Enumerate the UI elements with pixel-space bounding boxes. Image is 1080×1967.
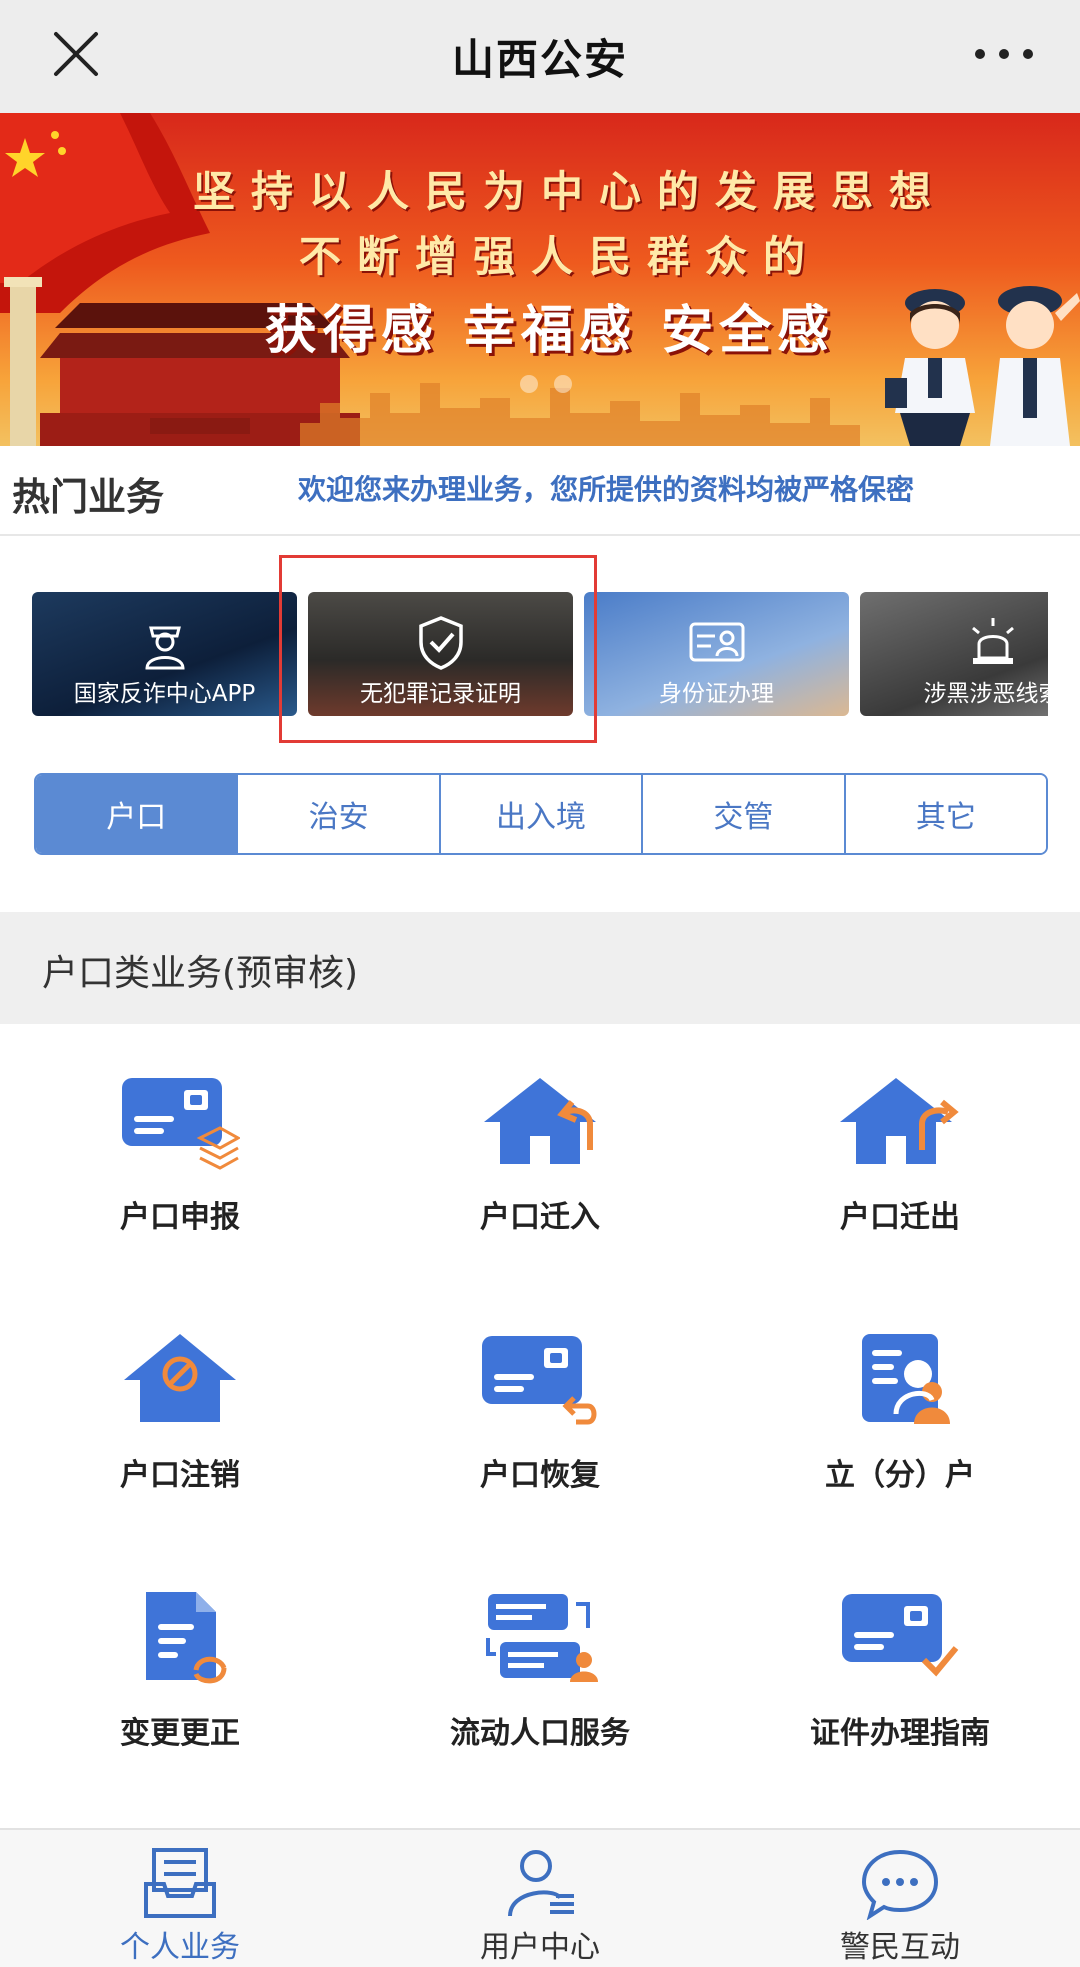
hot-card-label: 涉黑涉恶线索 <box>923 681 1049 707</box>
hot-services-title: 热门业务 <box>12 475 165 519</box>
hot-card-label: 身份证办理 <box>659 681 774 707</box>
top-bar: 山西公安 <box>0 0 1080 113</box>
card-restore-icon <box>482 1336 597 1425</box>
service-label: 变更更正 <box>120 1716 240 1751</box>
transfer-cards-icon <box>486 1594 598 1682</box>
service-hukou-declare[interactable]: 户口申报 <box>0 1024 360 1282</box>
service-hukou-move-out[interactable]: 户口迁出 <box>720 1024 1080 1282</box>
tab-public-security[interactable]: 治安 <box>236 775 439 853</box>
card-layers-icon <box>122 1078 240 1170</box>
service-document-guide[interactable]: 证件办理指南 <box>720 1540 1080 1798</box>
house-out-icon <box>840 1078 959 1164</box>
user-list-icon <box>508 1850 574 1917</box>
service-change-correct[interactable]: 变更更正 <box>0 1540 360 1798</box>
service-label: 立（分）户 <box>825 1458 975 1493</box>
service-label: 户口申报 <box>120 1200 240 1235</box>
inbox-tray-icon <box>144 1848 216 1918</box>
tab-hukou[interactable]: 户口 <box>36 775 237 853</box>
nav-personal-business[interactable]: 个人业务 <box>0 1830 360 1967</box>
city-skyline-illustration <box>300 383 860 446</box>
policewoman-illustration <box>885 289 975 446</box>
service-hukou-cancel[interactable]: 户口注销 <box>0 1282 360 1540</box>
section-title: 户口类业务(预审核) <box>42 953 359 994</box>
card-check-icon <box>842 1594 959 1677</box>
hot-services-header: 热门业务 欢迎您来办理业务，您所提供的资料均被严格保密 <box>0 446 1080 536</box>
service-label: 户口注销 <box>120 1458 240 1493</box>
service-label: 流动人口服务 <box>450 1716 630 1751</box>
policeman-illustration <box>990 286 1080 446</box>
tab-other[interactable]: 其它 <box>843 775 1046 853</box>
hot-card-anti-fraud-app[interactable]: 国家反诈中心APP <box>32 592 297 716</box>
hot-card-gang-clue[interactable]: 涉黑涉恶线索 <box>860 592 1048 716</box>
document-refresh-icon <box>146 1592 227 1684</box>
service-create-household[interactable]: 立（分）户 <box>720 1282 1080 1540</box>
pagination-dot[interactable] <box>520 375 538 393</box>
page-title: 山西公安 <box>451 35 628 84</box>
hot-card-label: 国家反诈中心APP <box>73 681 256 707</box>
chat-bubble-icon <box>861 1849 939 1920</box>
service-label: 户口迁出 <box>840 1200 960 1235</box>
promo-banner[interactable]: 坚持以人民为中心的发展思想 不断增强人民群众的 获得感 幸福感 安全感 <box>0 113 1080 446</box>
service-label: 户口迁入 <box>480 1200 600 1235</box>
tab-exit-entry[interactable]: 出入境 <box>438 775 642 853</box>
hot-card-id-card[interactable]: 身份证办理 <box>584 592 849 716</box>
house-in-icon <box>484 1078 596 1164</box>
section-header: 户口类业务(预审核) <box>0 912 1080 1024</box>
nav-police-interaction[interactable]: 警民互动 <box>720 1830 1080 1967</box>
alarm-light-icon <box>971 618 1014 664</box>
nav-label: 个人业务 <box>120 1930 240 1965</box>
nav-label: 警民互动 <box>840 1930 960 1965</box>
privacy-notice: 欢迎您来办理业务，您所提供的资料均被严格保密 <box>298 473 915 506</box>
service-label: 证件办理指南 <box>810 1716 990 1751</box>
pagination-dot[interactable] <box>554 375 572 393</box>
bottom-nav: 个人业务 用户中心 警民互动 <box>0 1828 1080 1967</box>
police-officer-icon <box>144 626 185 670</box>
service-hukou-restore[interactable]: 户口恢复 <box>360 1282 720 1540</box>
service-floating-population[interactable]: 流动人口服务 <box>360 1540 720 1798</box>
service-hukou-move-in[interactable]: 户口迁入 <box>360 1024 720 1282</box>
banner-line-1: 坚持以人民为中心的发展思想 <box>192 167 947 216</box>
house-cancel-icon <box>124 1334 236 1422</box>
highlight-box <box>279 555 597 743</box>
profile-card-icon <box>862 1334 950 1424</box>
category-tabs: 户口 治安 出入境 交管 其它 <box>34 773 1048 855</box>
id-card-icon <box>689 622 744 662</box>
banner-pagination <box>520 375 580 395</box>
tab-traffic[interactable]: 交管 <box>641 775 844 853</box>
more-icon[interactable] <box>968 36 1040 72</box>
service-label: 户口恢复 <box>480 1458 600 1493</box>
nav-label: 用户中心 <box>480 1930 600 1965</box>
service-grid: 户口申报 户口迁入 户口迁出 户口注销 户口恢复 立（分）户 变更更正 流动人口… <box>0 1024 1080 1826</box>
nav-user-center[interactable]: 用户中心 <box>360 1830 720 1967</box>
